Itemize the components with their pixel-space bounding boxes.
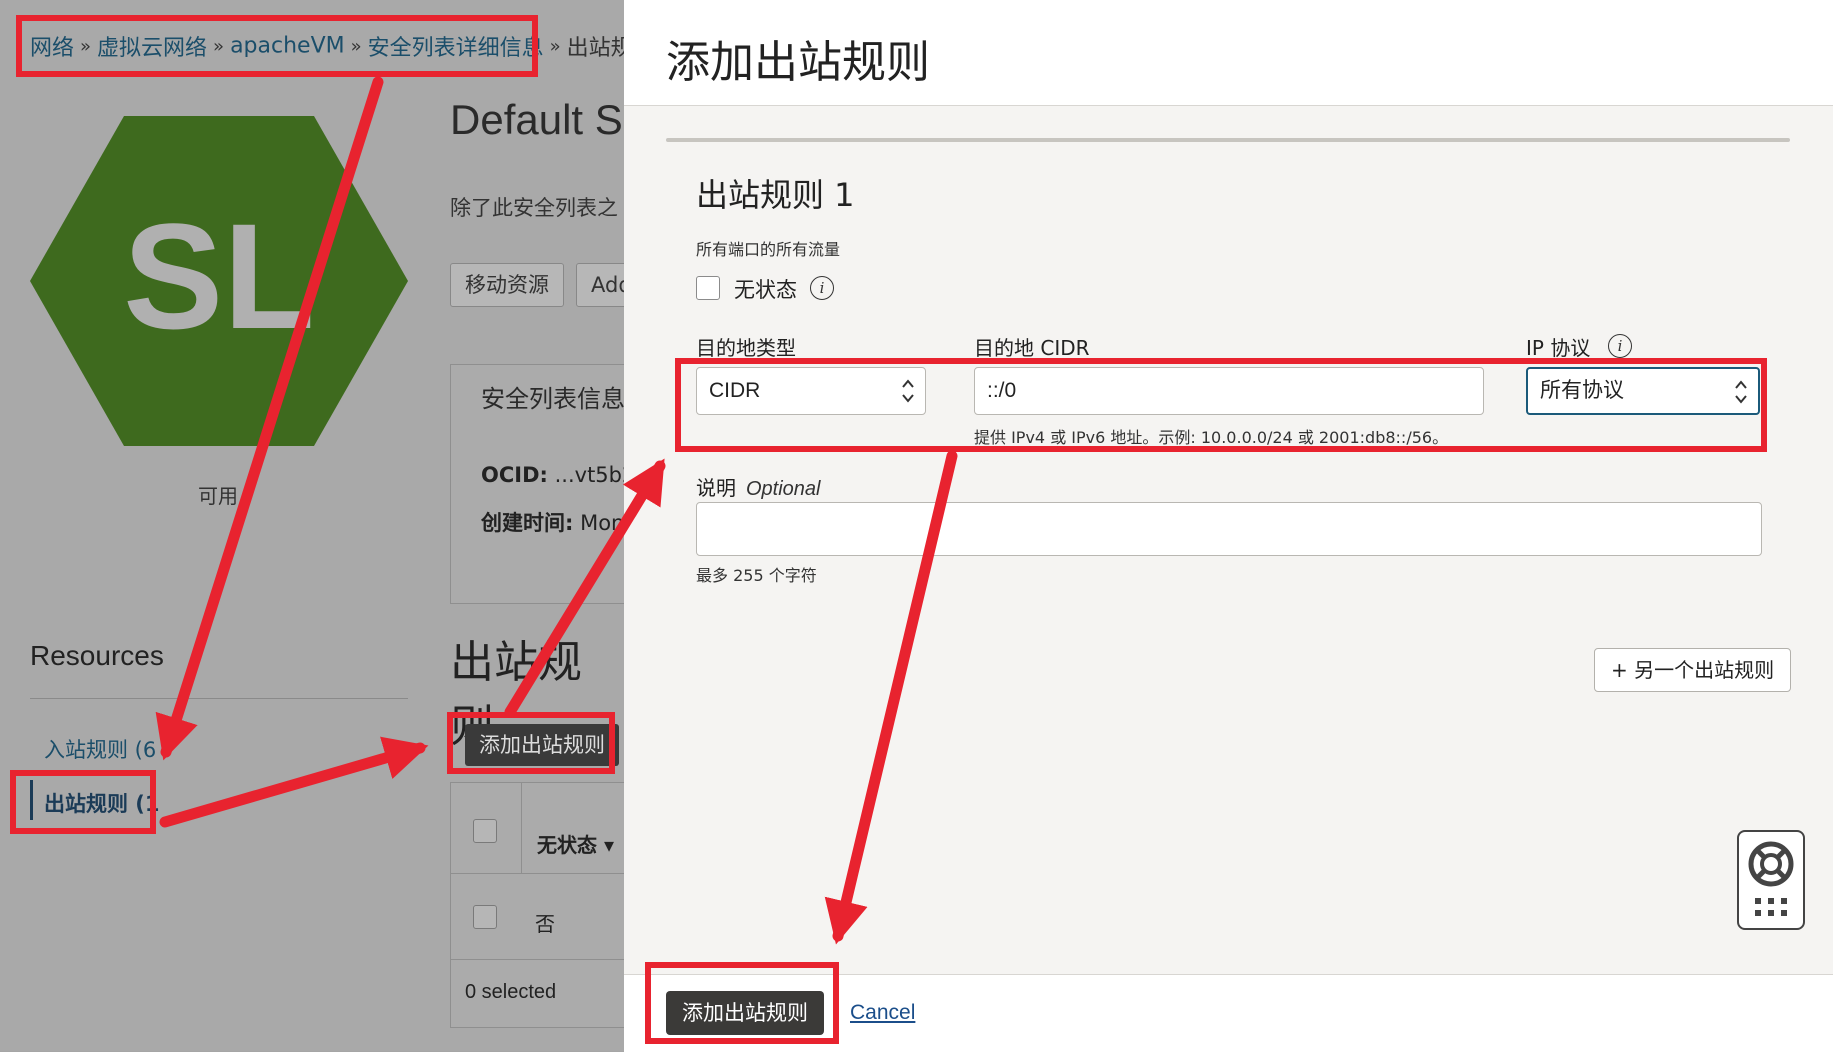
arrow-sidebar-to-add-button (159, 736, 429, 828)
annotation-arrows (155, 76, 958, 945)
arrow-add-button-to-fields (504, 458, 666, 718)
arrow-breadcrumb-to-sidebar (155, 76, 384, 761)
arrow-fields-to-submit (824, 450, 958, 945)
